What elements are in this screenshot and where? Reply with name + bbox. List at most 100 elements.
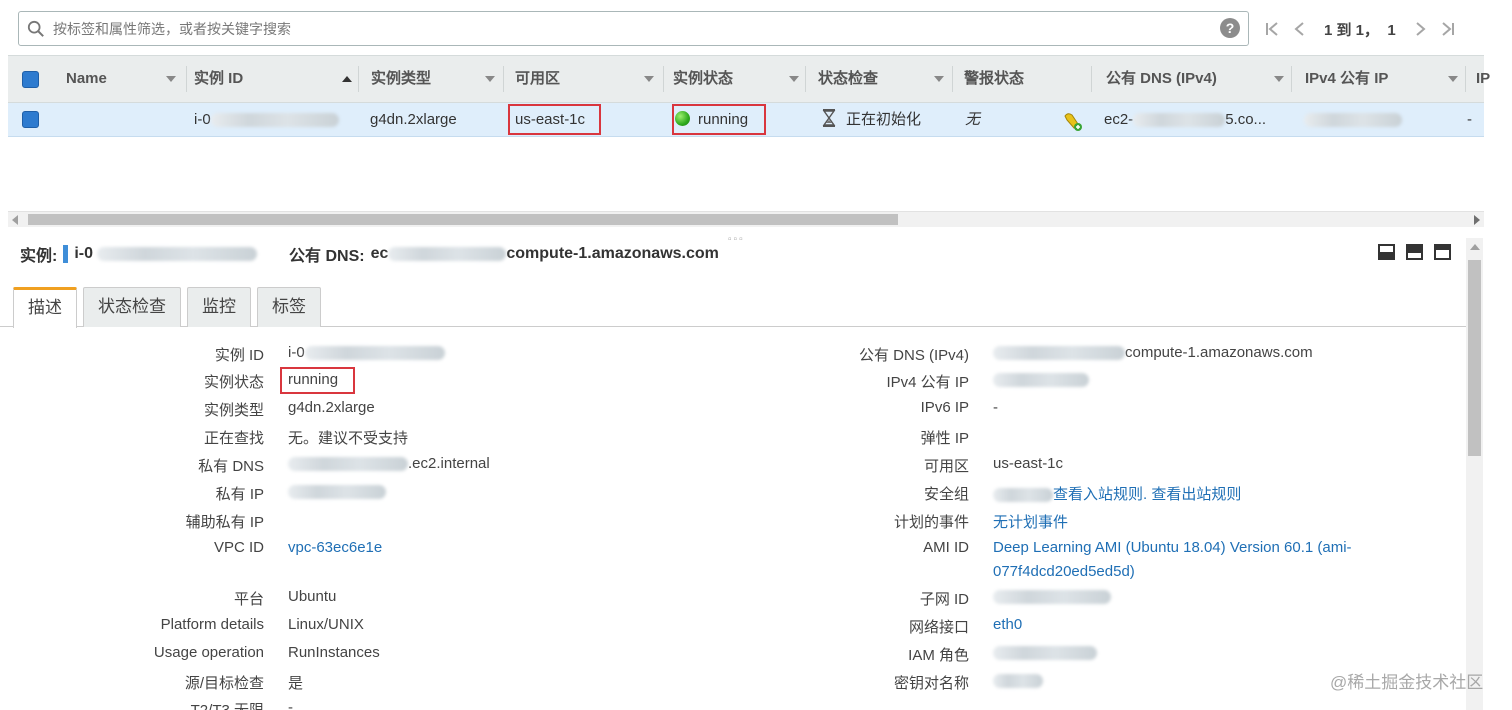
tab-status-checks[interactable]: 状态检查 <box>83 287 181 327</box>
subnet-id-link[interactable] <box>993 588 1111 605</box>
col-header-public-ip[interactable]: IPv4 公有 IP <box>1297 56 1465 102</box>
cell-instance-id: i-0 <box>194 103 339 137</box>
scheduled-events-link[interactable]: 无计划事件 <box>993 511 1068 532</box>
field-label: 实例 ID <box>214 347 264 364</box>
tab-monitoring[interactable]: 监控 <box>187 287 251 327</box>
hourglass-icon <box>822 109 836 127</box>
sort-caret-icon <box>1448 76 1458 82</box>
col-header-availability-zone[interactable]: 可用区 <box>507 56 663 102</box>
col-header-status-check[interactable]: 状态检查 <box>810 56 952 102</box>
field-value-platform-details: Linux/UNIX <box>288 616 364 633</box>
vertical-scroll-thumb[interactable] <box>1468 260 1481 456</box>
field-value-platform: Ubuntu <box>288 588 337 605</box>
field-value-availability-zone: us-east-1c <box>993 455 1064 472</box>
filter-search-box[interactable] <box>18 11 1249 46</box>
field-value-private-dns: .ec2.internal <box>288 455 490 472</box>
resize-handle-icon[interactable]: ▫▫▫ <box>728 234 745 245</box>
row-checkbox[interactable] <box>22 111 39 128</box>
prev-page-icon[interactable] <box>1290 18 1310 40</box>
sort-ascending-icon <box>342 76 352 82</box>
watermark: @稀土掘金技术社区 <box>1330 673 1484 692</box>
last-page-icon[interactable] <box>1438 18 1458 40</box>
highlight-box-detail-state <box>280 367 355 394</box>
vertical-scrollbar[interactable] <box>1466 238 1483 710</box>
layout-half-icon[interactable] <box>1406 244 1423 260</box>
field-label: 弹性 IP <box>920 430 969 447</box>
highlight-box-az <box>508 104 601 135</box>
create-alarm-icon[interactable] <box>1062 110 1084 132</box>
field-label: Usage operation <box>153 644 264 661</box>
ami-id-link-continued[interactable]: 077f4dcd20ed5ed5d) <box>993 563 1135 580</box>
field-label: 子网 ID <box>919 591 969 608</box>
search-input[interactable] <box>53 16 1203 42</box>
field-value-src-dst-check: 是 <box>288 675 304 692</box>
field-label: 实例类型 <box>203 402 264 419</box>
field-value-private-ip <box>288 483 386 500</box>
field-label: AMI ID <box>923 539 969 556</box>
tab-description[interactable]: 描述 <box>13 287 77 328</box>
field-label: 安全组 <box>923 486 969 503</box>
field-label: 网络接口 <box>908 619 969 636</box>
vpc-id-link[interactable]: vpc-63ec6e1e <box>288 539 382 556</box>
page-range-text: 1 到 1， 1 <box>1324 21 1396 39</box>
help-icon[interactable]: ? <box>1220 18 1240 38</box>
cell-public-ip <box>1304 103 1402 137</box>
col-header-alarm-status[interactable]: 警报状态 <box>956 56 1096 102</box>
field-value-lookup: 无。建议不受支持 <box>288 430 409 447</box>
detail-header: 实例: i-0 公有 DNS: ec compute-1.amazonaws.c… <box>20 245 719 265</box>
sort-caret-icon <box>1274 76 1284 82</box>
field-label: T2/T3 无限 <box>191 699 264 710</box>
field-value-key-pair <box>993 672 1043 689</box>
col-header-instance-type[interactable]: 实例类型 <box>363 56 503 102</box>
field-label: 辅助私有 IP <box>185 514 264 531</box>
field-value-t2t3-unlimited: - <box>288 699 293 710</box>
scroll-left-icon[interactable] <box>12 215 18 225</box>
first-page-icon[interactable] <box>1262 18 1282 40</box>
select-all-checkbox[interactable] <box>22 71 39 88</box>
security-group-links[interactable]: 查看入站规则. 查看出站规则 <box>993 483 1241 504</box>
iam-role-link[interactable] <box>993 644 1097 661</box>
field-label: 私有 DNS <box>198 458 264 475</box>
scroll-up-icon[interactable] <box>1470 244 1480 250</box>
col-header-instance-state[interactable]: 实例状态 <box>665 56 805 102</box>
field-label: 平台 <box>233 591 264 608</box>
field-label: 计划的事件 <box>893 514 969 531</box>
col-header-instance-id[interactable]: 实例 ID <box>186 56 358 102</box>
field-value-public-dns: compute-1.amazonaws.com <box>993 344 1313 361</box>
sort-caret-icon <box>166 76 176 82</box>
panel-layout-controls <box>1378 244 1462 260</box>
search-icon <box>27 20 44 37</box>
field-label: 私有 IP <box>215 486 264 503</box>
sort-caret-icon <box>934 76 944 82</box>
instance-color-marker <box>63 245 69 263</box>
next-page-icon[interactable] <box>1410 18 1430 40</box>
field-label: 正在查找 <box>203 430 264 447</box>
col-header-ip-next[interactable]: IP <box>1468 56 1490 102</box>
ami-id-link[interactable]: Deep Learning AMI (Ubuntu 18.04) Version… <box>993 539 1352 556</box>
col-header-name[interactable]: Name <box>58 56 186 102</box>
cell-status-check: 正在初始化 <box>822 103 921 137</box>
horizontal-scrollbar[interactable] <box>8 211 1484 227</box>
field-value-usage-operation: RunInstances <box>288 644 380 661</box>
field-label: 密钥对名称 <box>893 675 969 692</box>
field-label: IPv4 公有 IP <box>886 374 969 391</box>
layout-top-icon[interactable] <box>1434 244 1451 260</box>
table-header: Name 实例 ID 实例类型 可用区 实例状态 状态检查 警报状态 公有 DN… <box>8 55 1490 103</box>
layout-bottom-icon[interactable] <box>1378 244 1395 260</box>
table-row[interactable]: i-0 g4dn.2xlarge us-east-1c running 正在初始… <box>8 103 1484 137</box>
sort-caret-icon <box>644 76 654 82</box>
field-value-public-ip <box>993 371 1089 388</box>
horizontal-scroll-thumb[interactable] <box>28 214 898 225</box>
col-header-public-dns[interactable]: 公有 DNS (IPv4) <box>1098 56 1290 102</box>
field-label: IAM 角色 <box>908 647 969 664</box>
pagination: 1 到 1， 1 <box>1262 16 1466 42</box>
network-interface-link[interactable]: eth0 <box>993 616 1022 633</box>
field-value-ipv6: - <box>993 399 998 416</box>
tab-tags[interactable]: 标签 <box>257 287 321 327</box>
field-label: VPC ID <box>213 539 264 556</box>
sort-caret-icon <box>485 76 495 82</box>
scroll-right-icon[interactable] <box>1474 215 1480 225</box>
instances-table: Name 实例 ID 实例类型 可用区 实例状态 状态检查 警报状态 公有 DN… <box>8 55 1490 230</box>
highlight-box-state <box>672 104 766 135</box>
cell-last: - <box>1467 111 1472 128</box>
